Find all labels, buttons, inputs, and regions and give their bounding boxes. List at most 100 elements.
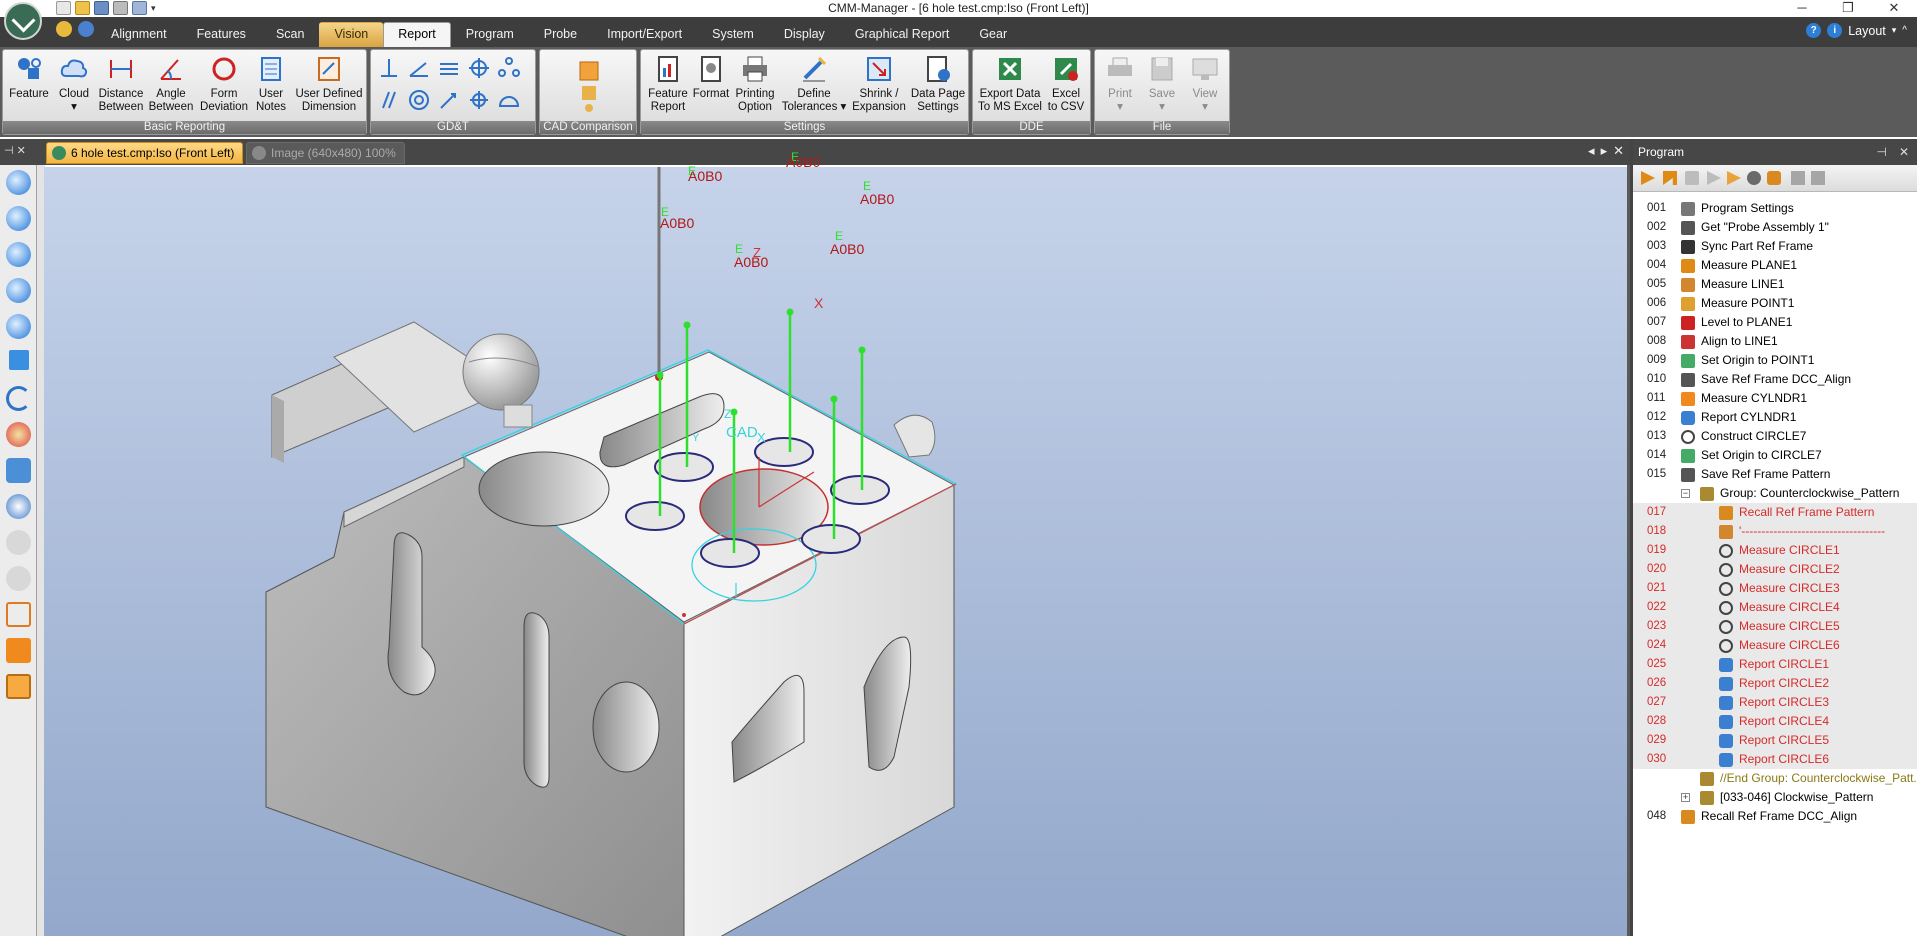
format-button[interactable]: Format: [691, 54, 731, 101]
help-icon[interactable]: ?: [1806, 23, 1822, 38]
program-row[interactable]: 003 Sync Part Ref Frame: [1633, 237, 1917, 256]
settings-icon[interactable]: [78, 21, 94, 37]
program-row[interactable]: 026 Report CIRCLE2: [1633, 674, 1917, 693]
angle-between-button[interactable]: Angle Between: [146, 54, 196, 114]
close-button[interactable]: ✕: [1871, 0, 1917, 17]
program-row[interactable]: 011 Measure CYLNDR1: [1633, 389, 1917, 408]
rotate-icon[interactable]: [6, 386, 31, 411]
program-row[interactable]: 022 Measure CIRCLE4: [1633, 598, 1917, 617]
program-row[interactable]: 007 Level to PLANE1: [1633, 313, 1917, 332]
tab-alignment[interactable]: Alignment: [96, 22, 182, 47]
profile-icon[interactable]: [497, 88, 521, 112]
angularity-icon[interactable]: [407, 56, 431, 80]
feature-button[interactable]: Feature: [7, 54, 51, 101]
user-notes-button[interactable]: User Notes: [251, 54, 291, 114]
document-tab-iso-view[interactable]: 6 hole test.cmp:Iso (Front Left): [46, 142, 244, 164]
home-icon[interactable]: [56, 21, 72, 37]
program-row[interactable]: 004 Measure PLANE1: [1633, 256, 1917, 275]
true-position-icon[interactable]: [467, 88, 491, 112]
view-button[interactable]: View ▾: [1183, 54, 1227, 114]
zoom-out-icon[interactable]: [6, 206, 31, 231]
tab-vision[interactable]: Vision: [319, 22, 384, 47]
position-icon[interactable]: [467, 56, 491, 80]
flatness-icon[interactable]: [437, 56, 461, 80]
close-document-icon[interactable]: ✕: [1613, 143, 1624, 159]
close-panel-icon[interactable]: ✕: [1899, 139, 1909, 165]
program-row[interactable]: − Group: Counterclockwise_Pattern: [1633, 484, 1917, 503]
tab-display[interactable]: Display: [769, 22, 840, 47]
pattern-icon[interactable]: [497, 56, 521, 80]
program-row[interactable]: 020 Measure CIRCLE2: [1633, 560, 1917, 579]
tab-program[interactable]: Program: [451, 22, 529, 47]
3d-viewport[interactable]: E E E E E E A0B0 A0B0 A0B0 A0B0 A0B0 A0B…: [44, 150, 1627, 936]
form-deviation-button[interactable]: Form Deviation: [199, 54, 249, 114]
scroll-left-icon[interactable]: ◂: [1588, 143, 1595, 159]
export-to-excel-button[interactable]: Export Data To MS Excel: [977, 54, 1043, 114]
minimize-button[interactable]: ─: [1779, 0, 1825, 17]
program-row[interactable]: 027 Report CIRCLE3: [1633, 693, 1917, 712]
parallelism-icon[interactable]: [377, 88, 401, 112]
pin-icon[interactable]: ⊣ ✕: [4, 144, 26, 157]
shrink-expansion-button[interactable]: Shrink / Expansion: [849, 54, 909, 114]
program-row[interactable]: 028 Report CIRCLE4: [1633, 712, 1917, 731]
save-button[interactable]: Save ▾: [1141, 54, 1183, 114]
info-icon[interactable]: i: [1827, 23, 1843, 38]
program-row[interactable]: 014 Set Origin to CIRCLE7: [1633, 446, 1917, 465]
loop-icon[interactable]: [1767, 171, 1781, 185]
program-row[interactable]: 010 Save Ref Frame DCC_Align: [1633, 370, 1917, 389]
program-row[interactable]: + [033-046] Clockwise_Pattern: [1633, 788, 1917, 807]
view-icon[interactable]: [6, 458, 31, 483]
layout-menu[interactable]: Layout: [1848, 24, 1886, 38]
program-row[interactable]: 019 Measure CIRCLE1: [1633, 541, 1917, 560]
zoom-in-icon[interactable]: [6, 170, 31, 195]
chevron-down-icon[interactable]: ▾: [1892, 25, 1897, 36]
shaded-box-icon[interactable]: [6, 674, 31, 699]
tab-system[interactable]: System: [697, 22, 769, 47]
cad-comparison-icon[interactable]: [574, 56, 604, 116]
tab-graphical-report[interactable]: Graphical Report: [840, 22, 965, 47]
program-row[interactable]: 009 Set Origin to POINT1: [1633, 351, 1917, 370]
feature-report-button[interactable]: Feature Report: [645, 54, 691, 114]
collapse-icon[interactable]: −: [1681, 489, 1690, 498]
print-button[interactable]: Print ▾: [1099, 54, 1141, 114]
program-row[interactable]: 025 Report CIRCLE1: [1633, 655, 1917, 674]
program-row[interactable]: 008 Align to LINE1: [1633, 332, 1917, 351]
zoom-selection-icon[interactable]: [6, 494, 31, 519]
program-row[interactable]: 001 Program Settings: [1633, 199, 1917, 218]
run-icon[interactable]: [1641, 171, 1655, 185]
zoom-window-icon[interactable]: [6, 278, 31, 303]
user-defined-dimension-button[interactable]: User Defined Dimension: [293, 54, 365, 114]
ribbon-collapse-icon[interactable]: ^: [1902, 25, 1907, 36]
program-row[interactable]: 006 Measure POINT1: [1633, 294, 1917, 313]
pan-icon[interactable]: [9, 350, 29, 370]
app-logo-icon[interactable]: [4, 2, 42, 40]
program-row[interactable]: 021 Measure CIRCLE3: [1633, 579, 1917, 598]
program-row[interactable]: 013 Construct CIRCLE7: [1633, 427, 1917, 446]
step-icon[interactable]: [1663, 171, 1677, 185]
runout-icon[interactable]: [437, 88, 461, 112]
concentricity-icon[interactable]: [407, 88, 431, 112]
excel-to-csv-button[interactable]: Excel to CSV: [1043, 54, 1089, 114]
pin-panel-icon[interactable]: ⊣: [1876, 139, 1886, 165]
solid-box-icon[interactable]: [6, 638, 31, 663]
program-row[interactable]: 024 Measure CIRCLE6: [1633, 636, 1917, 655]
wireframe-box-icon[interactable]: [6, 602, 31, 627]
probe-tool-icon[interactable]: [1747, 171, 1761, 185]
zoom-fit-icon[interactable]: [6, 242, 31, 267]
rotate-3d-icon[interactable]: [6, 422, 31, 447]
printing-option-button[interactable]: Printing Option: [731, 54, 779, 114]
program-row[interactable]: 018 '------------------------------------: [1633, 522, 1917, 541]
program-row[interactable]: 029 Report CIRCLE5: [1633, 731, 1917, 750]
tab-scan[interactable]: Scan: [261, 22, 320, 47]
program-row[interactable]: 030 Report CIRCLE6: [1633, 750, 1917, 769]
program-row[interactable]: 023 Measure CIRCLE5: [1633, 617, 1917, 636]
program-row[interactable]: 048 Recall Ref Frame DCC_Align: [1633, 807, 1917, 826]
program-row[interactable]: 002 Get "Probe Assembly 1": [1633, 218, 1917, 237]
program-row[interactable]: 017 Recall Ref Frame Pattern: [1633, 503, 1917, 522]
zoom-all-icon[interactable]: [6, 314, 31, 339]
tab-features[interactable]: Features: [182, 22, 261, 47]
tab-probe[interactable]: Probe: [529, 22, 592, 47]
expand-icon[interactable]: +: [1681, 793, 1690, 802]
data-page-settings-button[interactable]: Data Page Settings: [909, 54, 967, 114]
distance-between-button[interactable]: Distance Between: [96, 54, 146, 114]
